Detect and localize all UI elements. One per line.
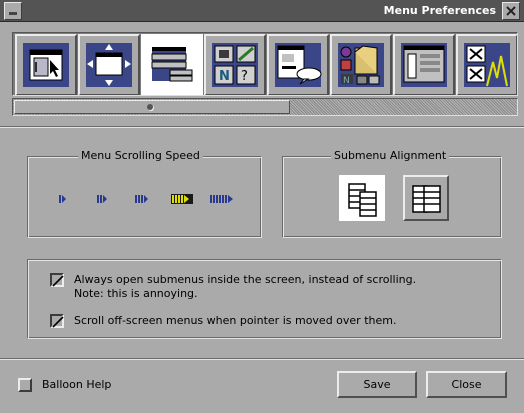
svg-text:N: N — [343, 76, 350, 86]
window-move-prefs-button[interactable] — [78, 34, 140, 95]
divider-bottom — [0, 358, 524, 360]
scrolling-speed-title: Menu Scrolling Speed — [78, 149, 203, 162]
speed-arrow-2-icon — [97, 195, 107, 203]
icon-strip: N ? N — [12, 32, 518, 96]
desktop-tools-button[interactable]: N ? — [204, 34, 266, 95]
submenu-alignment-title: Submenu Alignment — [331, 149, 450, 162]
submenu-alignment-group: Submenu Alignment — [282, 149, 502, 238]
scrolling-speed-group: Menu Scrolling Speed — [27, 149, 262, 238]
balloon-help-prefs-icon — [275, 43, 322, 87]
submenu-inside-checkbox[interactable] — [50, 273, 64, 287]
checkmark-icon — [52, 275, 64, 287]
menu-prefs-icon — [149, 43, 195, 87]
balloon-help-checkbox[interactable] — [18, 378, 32, 392]
appearance-prefs-button[interactable]: N — [330, 34, 392, 95]
toolbar-scrollbar[interactable] — [12, 98, 518, 116]
menu-options-group: Always open submenus inside the screen, … — [27, 259, 502, 339]
window-frame-prefs-icon — [23, 43, 69, 87]
speed-option-3[interactable] — [134, 192, 150, 206]
appearance-prefs-icon: N — [338, 43, 384, 87]
close-button[interactable]: Close — [426, 371, 507, 398]
window-list-prefs-button[interactable] — [393, 34, 455, 95]
submenu-inside-label: Always open submenus inside the screen, … — [74, 273, 416, 301]
checkmark-icon — [52, 316, 64, 328]
speed-option-5[interactable] — [209, 192, 235, 206]
background-prefs-icon — [464, 43, 510, 87]
speed-option-2[interactable] — [96, 192, 108, 206]
scroll-offscreen-option[interactable]: Scroll off-screen menus when pointer is … — [50, 314, 396, 328]
speed-arrow-5-icon — [210, 195, 233, 203]
window-list-prefs-icon — [401, 43, 447, 87]
submenu-inside-label-line1: Always open submenus inside the screen, … — [74, 273, 417, 286]
divider-top — [0, 126, 524, 128]
close-window-button[interactable] — [502, 2, 520, 20]
save-button[interactable]: Save — [337, 371, 417, 398]
preferences-toolbar: N ? N — [12, 32, 518, 118]
speed-option-4-selected[interactable] — [171, 192, 193, 206]
speed-arrow-4-icon — [171, 194, 193, 204]
toolbar-scroll-thumb[interactable] — [14, 100, 290, 114]
grip-icon — [147, 104, 153, 110]
desktop-tools-icon: N ? — [212, 43, 258, 87]
speed-arrow-1-icon — [59, 195, 66, 203]
background-prefs-button[interactable] — [456, 34, 517, 95]
align-center-button[interactable] — [403, 175, 449, 221]
balloon-help-prefs-button[interactable] — [267, 34, 329, 95]
window-title: Menu Preferences — [383, 4, 496, 17]
speed-arrow-3-icon — [135, 195, 148, 203]
window-menu-button[interactable] — [4, 2, 22, 20]
balloon-help-option[interactable]: Balloon Help — [18, 378, 111, 392]
menu-preferences-window: Menu Preferences N ? N Menu Scrolling Sp… — [0, 0, 524, 413]
window-move-prefs-icon — [86, 43, 132, 87]
minimize-icon — [9, 12, 17, 15]
submenu-inside-label-line2: Note: this is annoying. — [74, 287, 198, 300]
speed-option-1[interactable] — [58, 192, 68, 206]
submenu-inside-option[interactable]: Always open submenus inside the screen, … — [50, 273, 416, 301]
svg-text:?: ? — [241, 69, 248, 84]
submenu-align-top-icon — [348, 183, 377, 217]
submenu-align-center-icon — [412, 185, 441, 213]
close-icon — [506, 6, 516, 16]
align-top-button[interactable] — [339, 175, 385, 221]
balloon-help-label: Balloon Help — [42, 378, 112, 391]
scroll-offscreen-checkbox[interactable] — [50, 314, 64, 328]
scroll-offscreen-label: Scroll off-screen menus when pointer is … — [74, 314, 397, 327]
window-frame-prefs-button[interactable] — [15, 34, 77, 95]
menu-prefs-button[interactable] — [141, 34, 203, 95]
title-bar[interactable]: Menu Preferences — [0, 0, 524, 22]
svg-text:N: N — [219, 69, 230, 84]
